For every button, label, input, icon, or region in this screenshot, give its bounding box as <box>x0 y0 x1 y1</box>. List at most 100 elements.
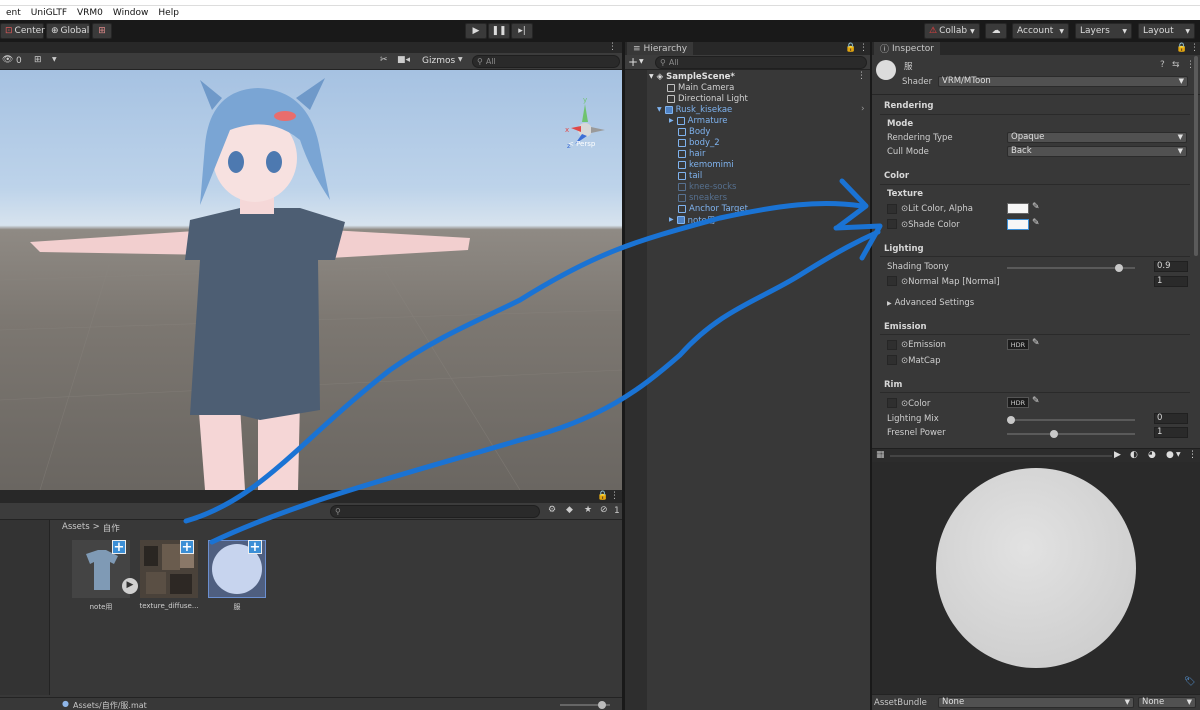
add-icon[interactable]: + <box>248 540 262 554</box>
hierarchy-search-input[interactable]: ⚲ All <box>655 56 867 69</box>
menu-item-window[interactable]: Window <box>113 8 149 18</box>
eyedropper-icon[interactable]: ✎ <box>1032 338 1040 348</box>
hierarchy-item-rusk-kisekae[interactable]: ▼ Rusk_kisekae <box>657 104 732 115</box>
add-icon[interactable]: + <box>628 55 638 69</box>
eyedropper-icon[interactable]: ✎ <box>1032 202 1040 212</box>
cloud-button[interactable]: ☁ <box>985 23 1007 39</box>
slider-knob[interactable] <box>598 701 606 709</box>
lock-icon[interactable]: 🔒 <box>1176 43 1187 53</box>
favorite-icon[interactable]: ★ <box>584 505 592 515</box>
play-icon[interactable]: ▶ <box>122 578 138 594</box>
grid-snap-button[interactable]: ⊞ <box>92 23 112 39</box>
add-icon[interactable]: + <box>112 540 126 554</box>
lit-color-texture-slot[interactable] <box>887 204 897 214</box>
rendering-type-dropdown[interactable]: Opaque ▼ <box>1007 132 1187 143</box>
asset-label-icon[interactable]: 🏷 <box>1184 677 1195 687</box>
project-folder-tree[interactable] <box>0 520 50 695</box>
more-options-icon[interactable]: ⋮ <box>608 42 617 52</box>
chevron-down-icon[interactable]: ▼ <box>458 56 463 63</box>
more-options-icon[interactable]: ⋮ <box>1190 43 1199 53</box>
hierarchy-item-directional-light[interactable]: Directional Light <box>667 93 748 104</box>
shade-color-swatch[interactable] <box>1007 219 1029 230</box>
breadcrumb-root[interactable]: Assets <box>62 522 90 534</box>
scene-search-input[interactable]: ⚲ All <box>472 55 620 68</box>
menu-item-unigltf[interactable]: UniGLTF <box>31 8 67 18</box>
chevron-right-icon[interactable]: › <box>861 104 865 114</box>
matcap-texture-slot[interactable] <box>887 355 897 365</box>
add-icon[interactable]: + <box>180 540 194 554</box>
lighting-icon[interactable]: ◕ <box>1148 450 1156 460</box>
lock-icon[interactable]: 🔒 <box>597 491 608 501</box>
advanced-settings-foldout[interactable]: ▶ Advanced Settings <box>887 298 974 308</box>
preview-resize-handle[interactable] <box>890 455 1112 457</box>
hidden-packages-icon[interactable]: ⊘ <box>600 505 608 515</box>
label-icon[interactable]: ◆ <box>566 505 573 515</box>
layout-dropdown[interactable]: Layout ▼ <box>1138 23 1195 39</box>
layers-dropdown[interactable]: Layers ▼ <box>1075 23 1132 39</box>
hierarchy-item-anchor-target[interactable]: Anchor Target <box>678 203 748 214</box>
pivot-center-button[interactable]: ⊡ Center <box>0 23 45 39</box>
normal-map-texture-slot[interactable] <box>887 276 897 286</box>
cull-mode-dropdown[interactable]: Back ▼ <box>1007 146 1187 157</box>
shading-toony-slider[interactable] <box>1007 264 1135 272</box>
more-options-icon[interactable]: ⋮ <box>610 491 619 501</box>
emission-hdr-swatch[interactable]: HDR <box>1007 339 1029 350</box>
gizmos-dropdown[interactable]: Gizmos <box>422 56 455 66</box>
rim-hdr-swatch[interactable]: HDR <box>1007 397 1029 408</box>
account-dropdown[interactable]: Account ▼ <box>1012 23 1069 39</box>
visibility-icon[interactable]: 👁 <box>2 55 13 65</box>
step-button[interactable]: ▸| <box>511 23 533 39</box>
inspector-scrollbar[interactable] <box>1194 56 1198 256</box>
fresnel-power-slider[interactable] <box>1007 430 1135 438</box>
chevron-down-icon[interactable]: ▼ <box>52 56 57 63</box>
hierarchy-item-knee-socks[interactable]: knee-socks <box>678 181 737 192</box>
eyedropper-icon[interactable]: ✎ <box>1032 396 1040 406</box>
hierarchy-item-sneakers[interactable]: sneakers <box>678 192 727 203</box>
menu-item-edit-partial[interactable]: ent <box>6 8 21 18</box>
tools-icon[interactable]: ✂ <box>380 55 388 65</box>
hierarchy-item-kemomimi[interactable]: kemomimi <box>678 159 734 170</box>
breadcrumb-folder[interactable]: 自作 <box>103 522 120 534</box>
lit-color-swatch[interactable] <box>1007 203 1029 214</box>
project-search-input[interactable]: ⚲ <box>330 505 540 518</box>
sphere-mesh-icon[interactable]: ◐ <box>1130 450 1138 460</box>
more-options-icon[interactable]: ⋮ <box>1188 450 1197 460</box>
menu-item-vrm0[interactable]: VRM0 <box>77 8 103 18</box>
lock-icon[interactable]: 🔒 <box>845 43 856 53</box>
hierarchy-item-body[interactable]: Body <box>678 126 710 137</box>
rim-texture-slot[interactable] <box>887 398 897 408</box>
pivot-global-button[interactable]: ⊕ Global <box>46 23 90 39</box>
tab-inspector[interactable]: ⓘ Inspector <box>874 42 940 55</box>
expand-arrow-icon[interactable]: ▶ <box>669 117 674 124</box>
camera-icon[interactable]: ■◂ <box>397 55 410 65</box>
collab-button[interactable]: ⚠ Collab ▼ <box>924 23 980 39</box>
background-icon[interactable]: ● <box>1166 450 1174 460</box>
pause-button[interactable]: ❚❚ <box>488 23 510 39</box>
emission-texture-slot[interactable] <box>887 340 897 350</box>
asset-bundle-dropdown[interactable]: None ▼ <box>938 697 1134 708</box>
hierarchy-item-armature[interactable]: ▶ Armature <box>669 115 728 126</box>
hierarchy-item-tail[interactable]: tail <box>678 170 702 181</box>
hierarchy-item-hair[interactable]: hair <box>678 148 705 159</box>
shading-toony-field[interactable]: 0.9 <box>1154 261 1188 272</box>
asset-bundle-variant-dropdown[interactable]: None ▼ <box>1138 697 1196 708</box>
more-options-icon[interactable]: ⋮ <box>857 71 866 81</box>
normal-map-scale-field[interactable]: 1 <box>1154 276 1188 287</box>
more-options-icon[interactable]: ⋮ <box>859 43 868 53</box>
scene-canvas[interactable]: y x z < Persp <box>0 70 622 490</box>
menu-item-help[interactable]: Help <box>158 8 179 18</box>
hierarchy-item-body-2[interactable]: body_2 <box>678 137 720 148</box>
tab-hierarchy[interactable]: ≡ Hierarchy <box>627 42 694 55</box>
material-preview[interactable]: 🏷 <box>872 462 1200 694</box>
slider-knob[interactable] <box>1115 264 1123 272</box>
hierarchy-item-main-camera[interactable]: Main Camera <box>667 82 734 93</box>
thumbnail-size-slider[interactable] <box>560 701 610 709</box>
play-button[interactable]: ▶ <box>465 23 487 39</box>
expand-arrow-icon[interactable]: ▶ <box>669 216 674 223</box>
lighting-mix-slider[interactable] <box>1007 416 1135 424</box>
chevron-down-icon[interactable]: ▼ <box>1176 451 1181 458</box>
shader-dropdown[interactable]: VRM/MToon ▼ <box>938 76 1188 87</box>
expand-arrow-icon[interactable]: ▼ <box>657 106 662 113</box>
play-icon[interactable]: ▶ <box>1114 450 1121 460</box>
hierarchy-item-note[interactable]: ▶ note用 <box>669 214 715 226</box>
